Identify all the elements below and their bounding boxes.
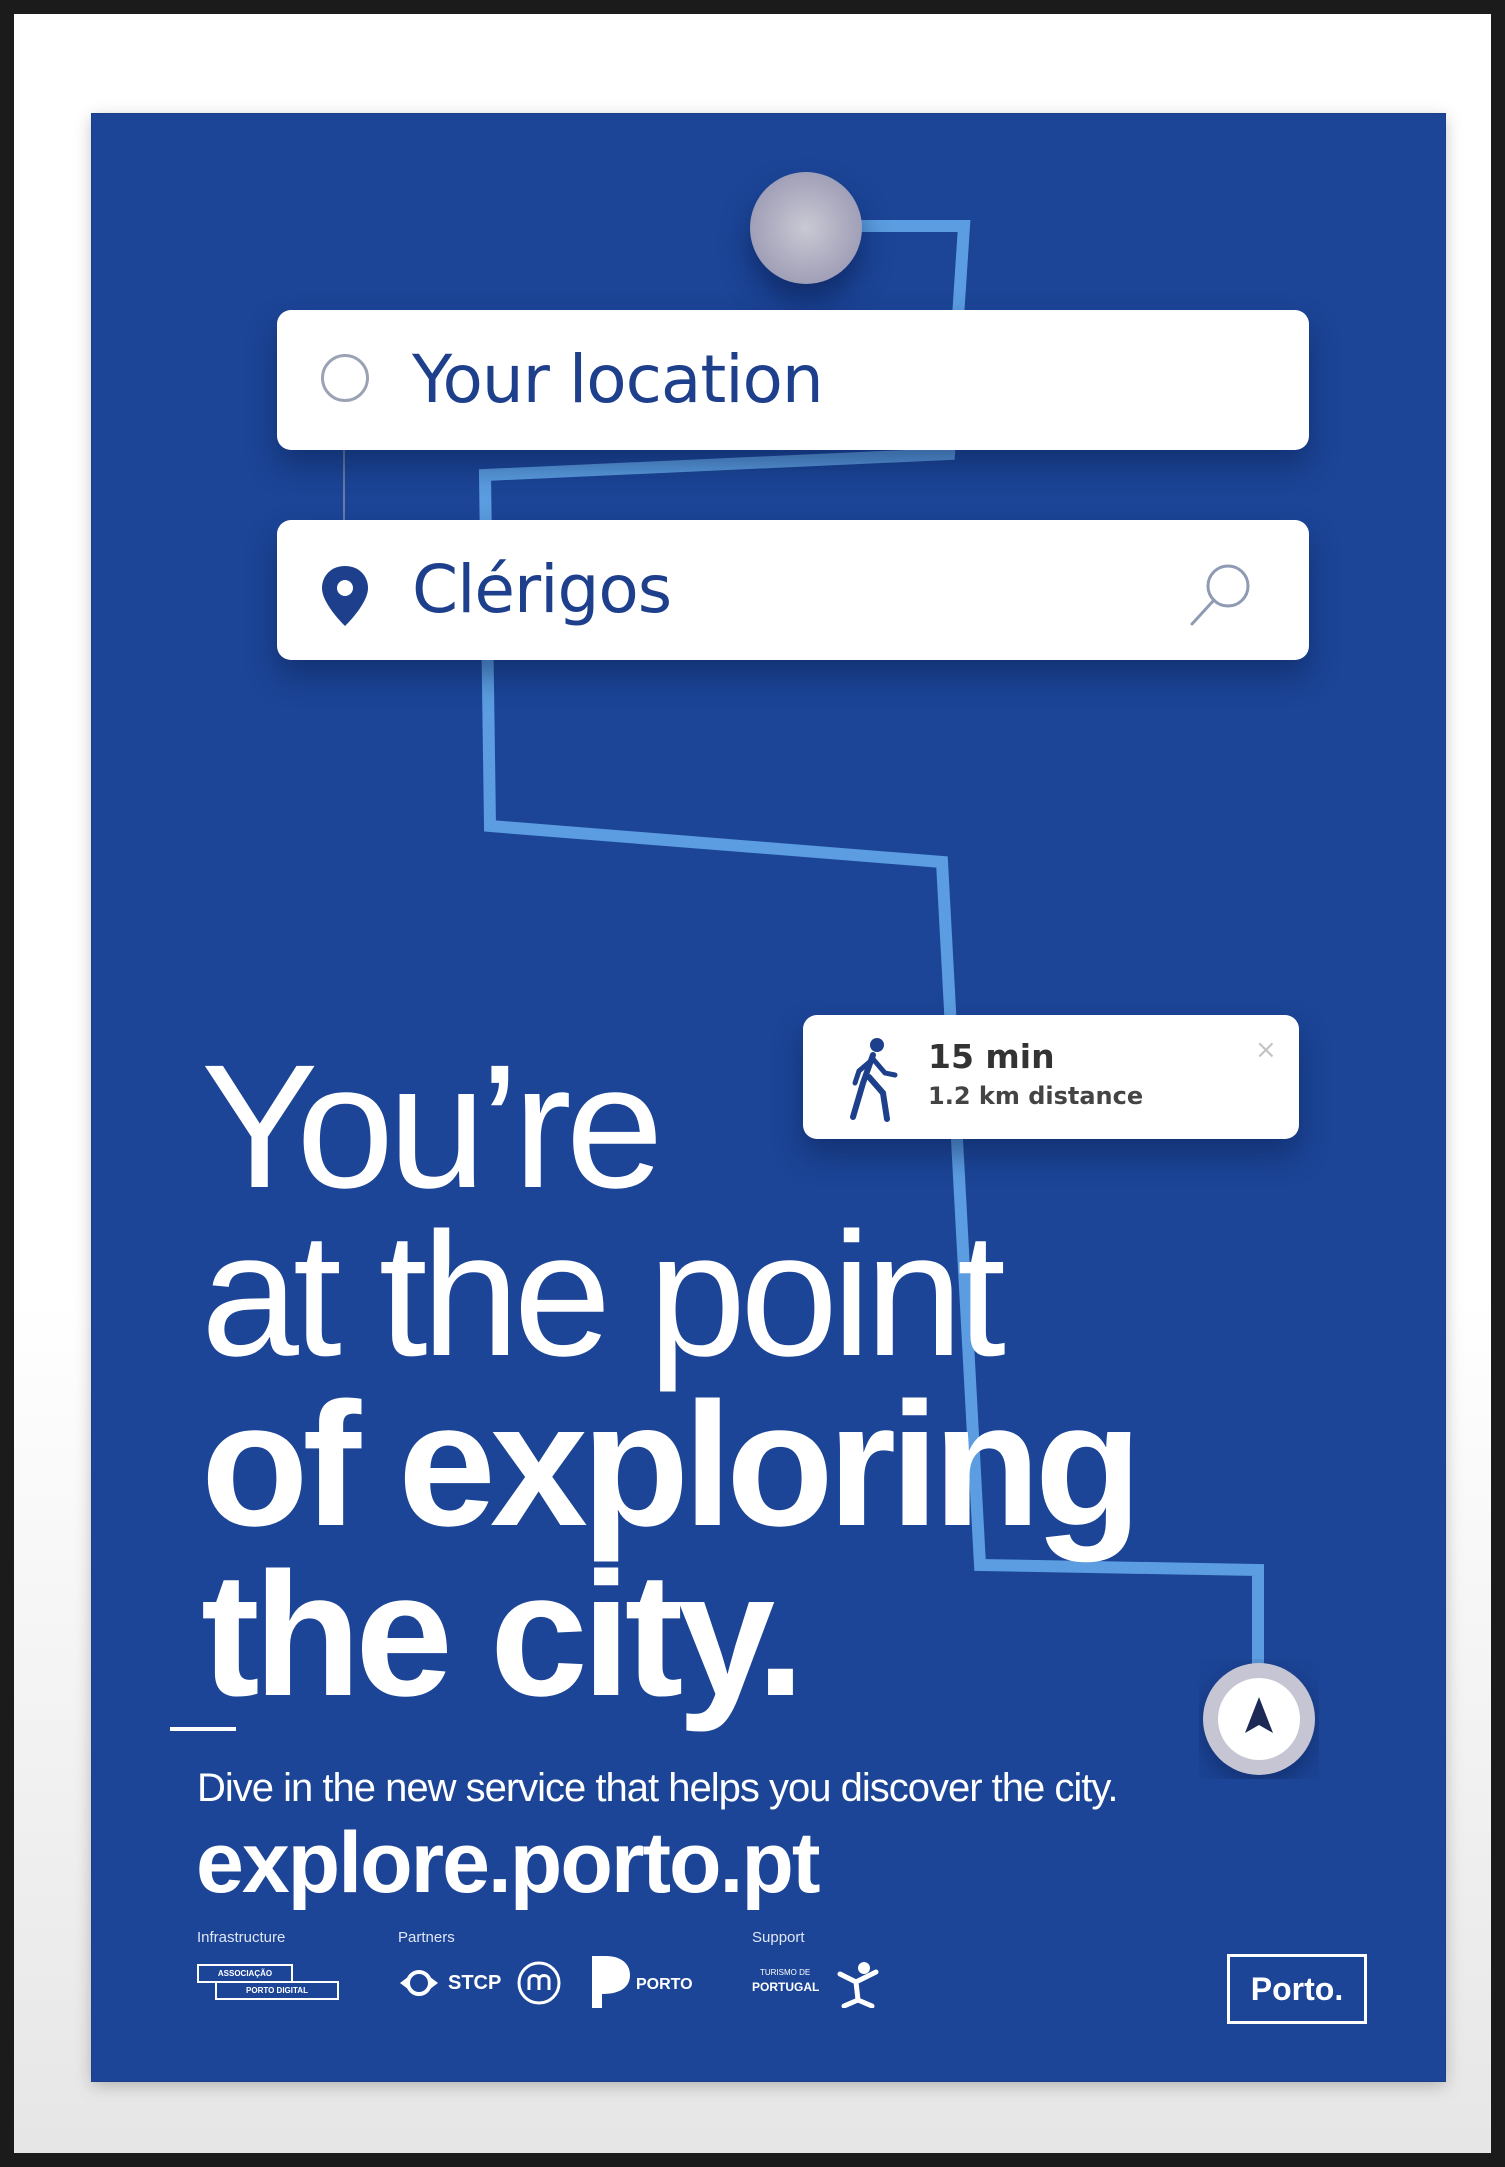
route-start-marker [750,172,862,284]
associacao-porto-logo: PORTO [588,1954,698,2010]
turismo-portugal-logo: TURISMO DE PORTUGAL [752,1956,882,2012]
poster-frame: Your location Clérigos 15 min 1.2 km dis… [14,14,1491,2153]
destination-text: Clérigos [412,551,672,628]
stcp-mark-icon [400,1970,438,1996]
location-pin-icon [322,566,368,626]
partners-label: Partners [398,1929,455,1946]
walk-info-card[interactable]: 15 min 1.2 km distance × [803,1015,1299,1139]
tp-mark-icon [837,1962,879,2008]
walk-time: 15 min [928,1037,1055,1076]
ap-mark-icon [592,1956,630,2008]
walking-person-icon [850,1038,898,1122]
metro-logo-icon [517,1961,561,2005]
origin-field[interactable]: Your location [277,310,1309,450]
circle-origin-icon [321,354,369,402]
search-icon[interactable] [1184,558,1256,630]
ap-porto-text: PORTO [636,1976,693,1993]
tp-line-2: PORTUGAL [752,1980,820,1994]
porto-logo: Porto. [1227,1954,1367,2024]
tagline: Dive in the new service that helps you d… [197,1766,1118,1810]
tp-line-1: TURISMO DE [760,1968,811,1977]
origin-text: Your location [412,341,824,418]
porto-digital-logo: ASSOCIAÇÃO PORTO DIGITAL [197,1964,339,2002]
navigation-arrow-icon[interactable] [1199,1659,1319,1779]
close-icon[interactable]: × [1255,1035,1277,1065]
stcp-text: STCP [448,1971,502,1994]
headline-line-4: the city. [201,1537,805,1733]
adp-line-2: PORTO DIGITAL [215,1981,339,2000]
stcp-logo: STCP [398,1962,501,2004]
infrastructure-label: Infrastructure [197,1929,286,1946]
website-url[interactable]: explore.porto.pt [196,1814,821,1913]
walk-distance: 1.2 km distance [928,1082,1144,1110]
poster: Your location Clérigos 15 min 1.2 km dis… [92,114,1445,2081]
destination-field[interactable]: Clérigos [277,520,1309,660]
divider [170,1727,236,1731]
support-label: Support [752,1929,805,1946]
